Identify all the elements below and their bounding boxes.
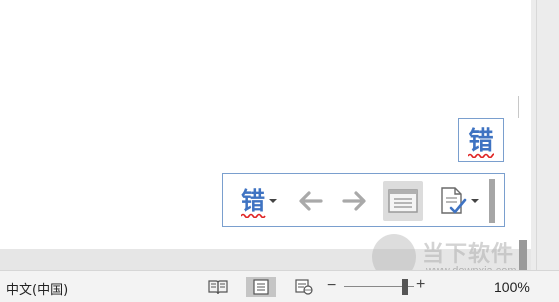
book-icon xyxy=(208,280,228,295)
document-check-icon xyxy=(441,187,467,214)
proofing-options-button[interactable] xyxy=(435,182,483,220)
view-toggle-button[interactable] xyxy=(383,181,423,221)
zoom-in-button[interactable]: + xyxy=(416,276,425,294)
toolbar-grip-handle[interactable] xyxy=(489,179,495,223)
language-indicator[interactable]: 中文(中国) xyxy=(6,279,68,298)
floating-error-indicator[interactable]: 错 xyxy=(458,118,504,162)
chevron-down-icon xyxy=(269,199,277,203)
arrow-left-icon xyxy=(299,191,323,211)
previous-error-button[interactable] xyxy=(295,186,325,216)
spelling-error-icon: 错 xyxy=(241,187,266,218)
zoom-out-button[interactable]: − xyxy=(327,277,336,295)
status-bar: 中文(中国) − + 100% xyxy=(0,270,559,302)
vertical-scrollbar[interactable] xyxy=(531,0,559,270)
squiggle-underline-icon xyxy=(468,152,495,158)
scrollbar-track xyxy=(536,0,537,270)
print-layout-button[interactable] xyxy=(246,277,276,297)
squiggle-underline-icon xyxy=(241,213,266,218)
page-margin-corner xyxy=(518,96,531,118)
arrow-right-icon xyxy=(342,191,366,211)
zoom-level[interactable]: 100% xyxy=(494,279,530,295)
spelling-menu-button[interactable]: 错 xyxy=(233,182,285,220)
read-mode-button[interactable] xyxy=(204,277,232,297)
spelling-error-icon: 错 xyxy=(468,125,495,158)
chevron-down-icon xyxy=(471,199,479,203)
error-char: 错 xyxy=(241,187,265,215)
next-error-button[interactable] xyxy=(340,186,370,216)
error-char: 错 xyxy=(468,125,494,155)
zoom-slider-thumb[interactable] xyxy=(402,279,408,295)
web-layout-icon xyxy=(295,279,313,295)
web-layout-button[interactable] xyxy=(290,277,318,297)
proofing-mini-toolbar: 错 xyxy=(222,173,505,227)
page-layout-icon xyxy=(253,279,269,295)
panel-view-icon xyxy=(388,189,418,213)
